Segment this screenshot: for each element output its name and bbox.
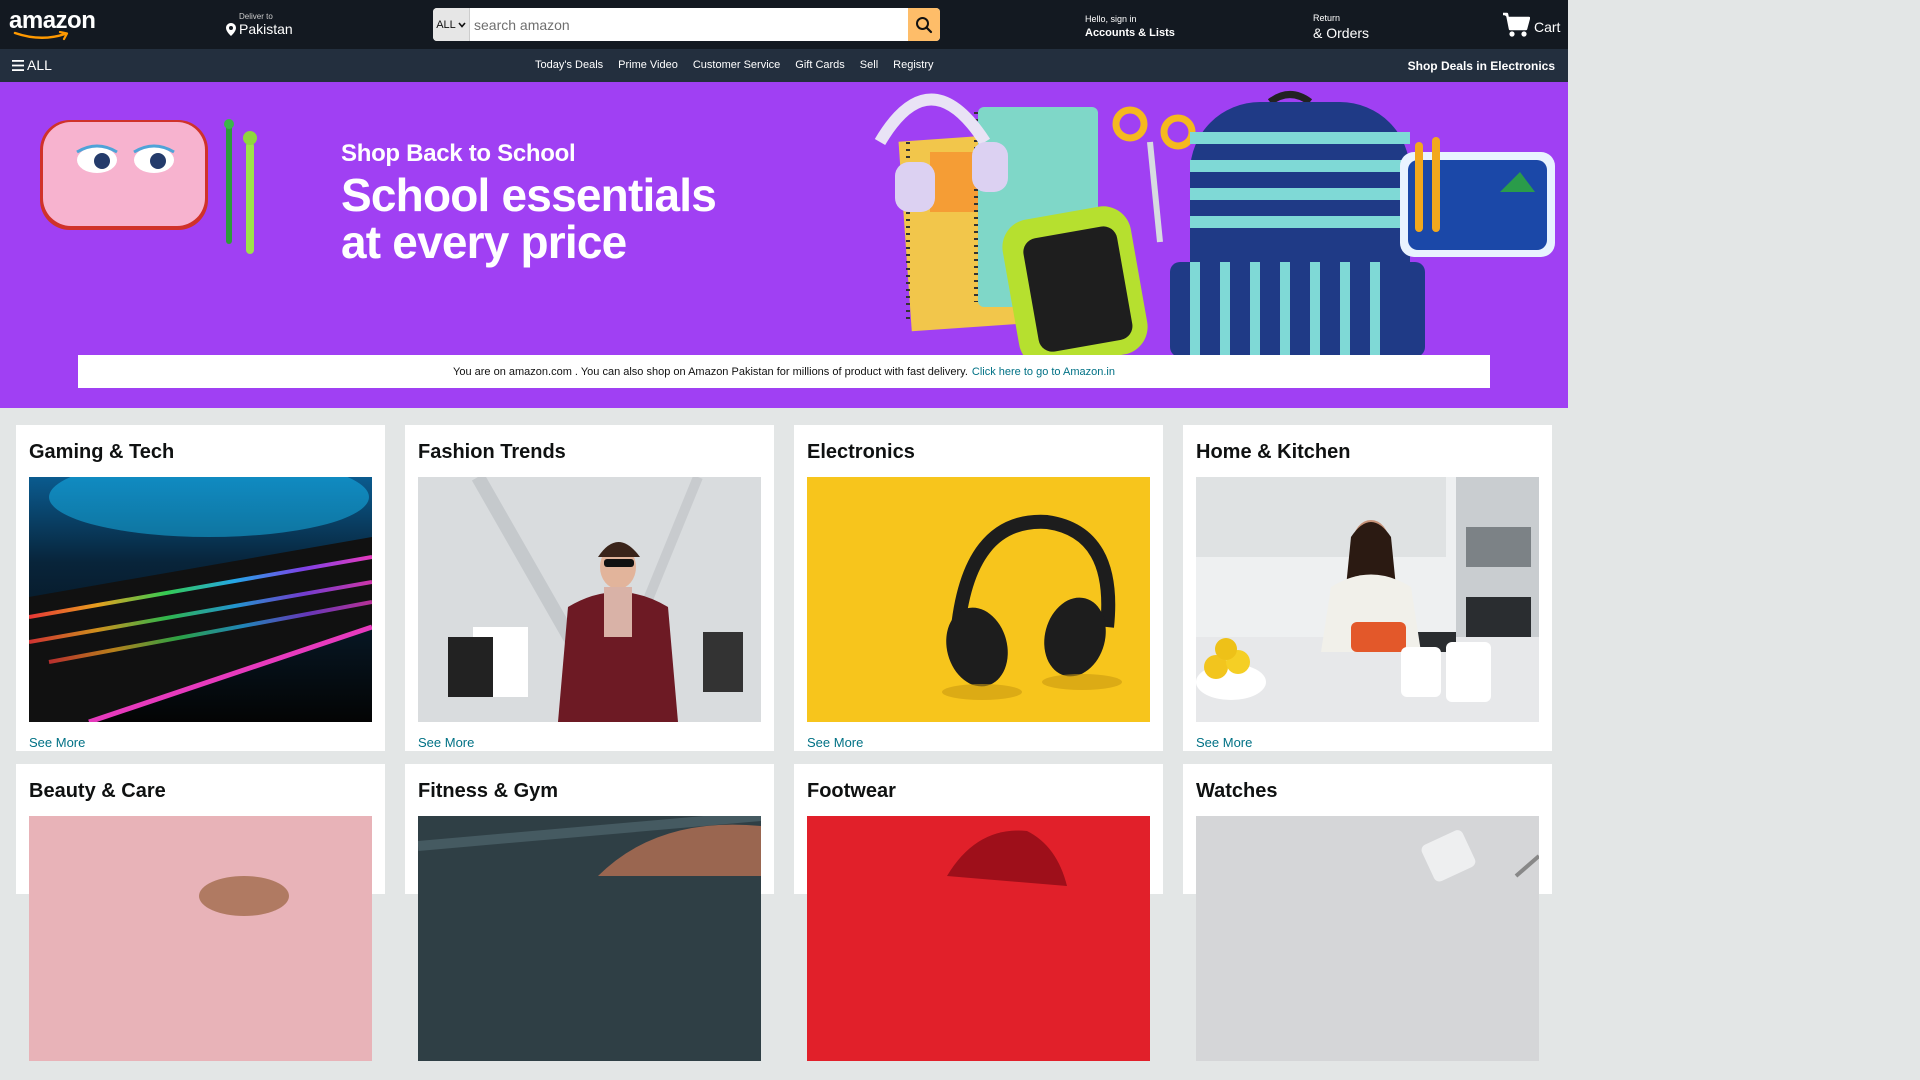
headphones-image[interactable] <box>807 477 1150 722</box>
hero-banner[interactable]: Shop Back to School School essentials at… <box>0 82 1568 408</box>
card-title: Home & Kitchen <box>1196 441 1351 463</box>
nav-gift-cards[interactable]: Gift Cards <box>795 59 845 71</box>
amazon-logo[interactable]: amazon <box>9 8 96 41</box>
category-card-fitness-gym: Fitness & Gym <box>405 764 774 1061</box>
category-card-beauty-care: Beauty & Care <box>16 764 385 1061</box>
nav-todays-deals[interactable]: Today's Deals <box>535 59 603 71</box>
fashion-shopping-image[interactable] <box>418 477 761 722</box>
cart-button[interactable]: Cart <box>1502 11 1560 39</box>
hamburger-icon <box>12 59 24 71</box>
nav-customer-service[interactable]: Customer Service <box>693 59 780 71</box>
search-icon <box>916 16 933 33</box>
region-notice-text: You are on amazon.com . You can also sho… <box>453 365 968 378</box>
hero-title: School essentials at every price <box>341 169 717 268</box>
account-lists[interactable]: Hello, sign in Accounts & Lists <box>1085 14 1175 40</box>
search-input[interactable] <box>470 8 908 41</box>
search-category-select[interactable]: ALL <box>433 8 470 41</box>
search-bar: ALL <box>433 8 940 41</box>
chevron-down-icon <box>458 21 466 28</box>
cart-icon <box>1503 12 1530 37</box>
gym-image[interactable] <box>418 816 761 1061</box>
card-title: Gaming & Tech <box>29 441 175 463</box>
card-title: Electronics <box>807 441 915 463</box>
deliver-label: Deliver to <box>239 12 273 21</box>
all-menu-button[interactable]: ALL <box>12 57 52 73</box>
category-card-home-kitchen: Home & Kitchen See More <box>1183 425 1552 751</box>
school-supplies-illustration <box>874 91 1555 357</box>
nav-prime-video[interactable]: Prime Video <box>618 59 678 71</box>
see-more-link[interactable]: See More <box>418 735 474 750</box>
category-card-fashion-trends: Fashion Trends See More <box>405 425 774 751</box>
see-more-link[interactable]: See More <box>1196 735 1252 750</box>
card-title: Beauty & Care <box>29 780 166 802</box>
watch-image[interactable] <box>1196 816 1539 1061</box>
see-more-link[interactable]: See More <box>807 735 863 750</box>
nav-sell[interactable]: Sell <box>860 59 878 71</box>
go-to-amazon-in-link[interactable]: Click here to go to Amazon.in <box>972 366 1115 378</box>
deliver-location: Pakistan <box>239 21 293 37</box>
nav-links: Today's Deals Prime Video Customer Servi… <box>535 59 948 71</box>
see-more-link[interactable]: See More <box>29 735 85 750</box>
search-button[interactable] <box>908 8 940 41</box>
top-header: amazon Deliver to Pakistan ALL Hello, si… <box>0 0 1568 49</box>
category-card-footwear: Footwear <box>794 764 1163 1061</box>
kitchen-cooking-image[interactable] <box>1196 477 1539 722</box>
card-title: Fitness & Gym <box>418 780 559 802</box>
category-card-watches: Watches <box>1183 764 1552 1061</box>
category-card-gaming-tech: Gaming & Tech See More <box>16 425 385 751</box>
returns-orders[interactable]: Return & Orders <box>1313 13 1369 41</box>
region-notice: You are on amazon.com . You can also sho… <box>78 355 1490 388</box>
gaming-keyboard-image[interactable] <box>29 477 372 722</box>
card-title: Watches <box>1196 780 1278 802</box>
card-title: Fashion Trends <box>418 441 566 463</box>
category-card-electronics: Electronics See More <box>794 425 1163 751</box>
smile-arrow-icon <box>13 31 69 41</box>
hero-kicker: Shop Back to School <box>341 140 576 167</box>
beauty-image[interactable] <box>29 816 372 1061</box>
location-pin-icon <box>226 23 236 36</box>
nav-registry[interactable]: Registry <box>893 59 933 71</box>
sneaker-image[interactable] <box>807 816 1150 1061</box>
card-title: Footwear <box>807 780 896 802</box>
pencil-case-illustration <box>40 119 257 254</box>
shop-deals-electronics-link[interactable]: Shop Deals in Electronics <box>1408 59 1555 73</box>
sub-navigation: ALL Today's Deals Prime Video Customer S… <box>0 49 1568 82</box>
